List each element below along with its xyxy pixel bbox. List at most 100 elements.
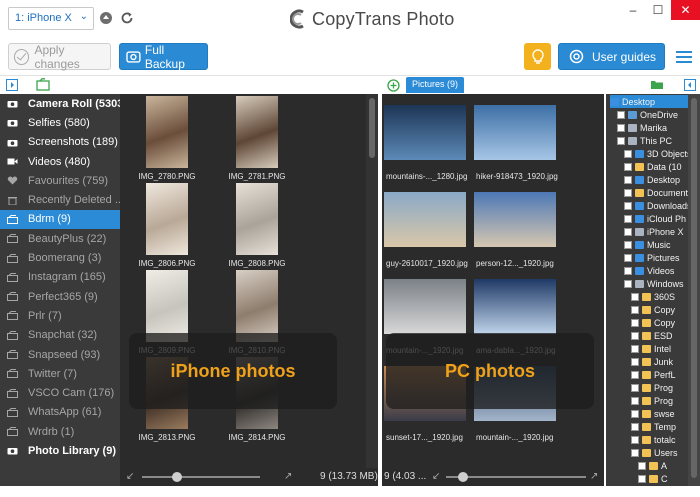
folder-tree-item[interactable]: 3D Objects	[624, 147, 692, 160]
folder-checkbox[interactable]	[631, 331, 639, 340]
folder-checkbox[interactable]	[631, 318, 639, 327]
minimize-button[interactable]: –	[620, 0, 646, 20]
collapse-tree-icon[interactable]	[684, 79, 696, 91]
folder-checkbox[interactable]	[624, 214, 632, 223]
apply-changes-button[interactable]: Apply changes	[8, 43, 111, 71]
folder-checkbox[interactable]	[631, 396, 639, 405]
folder-tree-item[interactable]: Copy	[631, 316, 692, 329]
folder-tree-item[interactable]: Temp	[631, 420, 692, 433]
device-select[interactable]: 1: iPhone X ⌄	[8, 7, 94, 30]
folder-tree-item[interactable]: Prog	[631, 381, 692, 394]
sidebar-item[interactable]: Bdrm (9)	[0, 209, 120, 230]
folder-tree-item[interactable]: Desktop	[610, 95, 692, 108]
folder-checkbox[interactable]	[624, 279, 632, 288]
folder-checkbox[interactable]	[631, 344, 639, 353]
sidebar-item[interactable]: Prlr (7)	[0, 306, 120, 325]
sidebar-item[interactable]: Wrdrb (1)	[0, 422, 120, 441]
user-guides-button[interactable]: User guides	[558, 43, 665, 70]
folder-checkbox[interactable]	[624, 175, 632, 184]
folder-checkbox[interactable]	[631, 357, 639, 366]
pc-photo[interactable]: guy-2610017_1920.jpg	[384, 192, 468, 268]
shrink-thumbnails-icon[interactable]: ↙	[432, 472, 442, 482]
shrink-thumbnails-icon[interactable]: ↙	[126, 472, 136, 482]
folder-tree-item[interactable]: Marika	[617, 121, 692, 134]
folder-tree-item[interactable]: swse	[631, 407, 692, 420]
folder-tree-item[interactable]: Data (10	[624, 160, 692, 173]
grow-thumbnails-icon[interactable]: ↗	[284, 472, 294, 482]
folder-tree-item[interactable]: iPhone X	[624, 225, 692, 238]
sidebar-item[interactable]: Photo Library (9)	[0, 441, 120, 460]
folder-tree-item[interactable]: Copy	[631, 303, 692, 316]
hamburger-menu-icon[interactable]	[676, 51, 692, 63]
sidebar-item[interactable]: Perfect365 (9)	[0, 287, 120, 306]
new-album-icon[interactable]	[36, 78, 50, 91]
full-backup-button[interactable]: Full Backup	[119, 43, 208, 71]
folder-tree-item[interactable]: Users	[631, 446, 692, 459]
folder-checkbox[interactable]	[638, 461, 646, 470]
maximize-button[interactable]: ☐	[645, 0, 671, 20]
collapse-panel-icon[interactable]	[6, 79, 18, 91]
folder-tree-item[interactable]: iCloud Ph	[624, 212, 692, 225]
folder-tree-item[interactable]: Videos	[624, 264, 692, 277]
folder-tree-item[interactable]: Pictures	[624, 251, 692, 264]
folder-tree-item[interactable]: totalc	[631, 433, 692, 446]
iphone-zoom-slider[interactable]	[142, 476, 260, 478]
close-button[interactable]: ✕	[671, 0, 700, 20]
folder-checkbox[interactable]	[617, 110, 625, 119]
sidebar-item[interactable]: Videos (480)	[0, 152, 120, 171]
folder-tree-item[interactable]: Windows	[624, 277, 692, 290]
folder-tree-item[interactable]: A	[638, 459, 692, 472]
folder-checkbox[interactable]	[631, 305, 639, 314]
sidebar-item[interactable]: Snapchat (32)	[0, 326, 120, 345]
folder-tree-scrollbar[interactable]	[688, 94, 700, 486]
pc-photo[interactable]: hiker-918473_1920.jpg	[474, 105, 558, 181]
folder-tree-item[interactable]: 360S	[631, 290, 692, 303]
add-folder-icon[interactable]	[387, 79, 400, 92]
sidebar-item[interactable]: VSCO Cam (176)	[0, 383, 120, 402]
folder-checkbox[interactable]	[631, 409, 639, 418]
folder-checkbox[interactable]	[624, 240, 632, 249]
iphone-photo[interactable]: IMG_2808.PNG	[220, 183, 294, 268]
folder-checkbox[interactable]	[624, 266, 632, 275]
sidebar-item[interactable]: BeautyPlus (22)	[0, 229, 120, 248]
folder-tree-item[interactable]: This PC	[617, 134, 692, 147]
folder-checkbox[interactable]	[631, 292, 639, 301]
folder-checkbox[interactable]	[631, 435, 639, 444]
folder-tree-item[interactable]: Prog	[631, 394, 692, 407]
tab-pictures[interactable]: Pictures (9)	[406, 77, 465, 93]
folder-tree-item[interactable]: C	[638, 472, 692, 485]
folder-tree-item[interactable]: Desktop	[624, 173, 692, 186]
sidebar-item[interactable]: Twitter (7)	[0, 364, 120, 383]
open-folder-icon[interactable]	[650, 79, 664, 90]
folder-checkbox[interactable]	[624, 227, 632, 236]
iphone-photo[interactable]: IMG_2780.PNG	[130, 96, 204, 181]
folder-checkbox[interactable]	[624, 188, 632, 197]
sidebar-item[interactable]: Instagram (165)	[0, 268, 120, 287]
iphone-photo[interactable]: IMG_2806.PNG	[130, 183, 204, 268]
pc-zoom-knob[interactable]	[458, 472, 468, 482]
sidebar-item[interactable]: Snapseed (93)	[0, 345, 120, 364]
iphone-zoom-knob[interactable]	[172, 472, 182, 482]
iphone-photo[interactable]: IMG_2781.PNG	[220, 96, 294, 181]
sidebar-item[interactable]: Boomerang (3)	[0, 248, 120, 267]
folder-tree-item[interactable]: Intel	[631, 342, 692, 355]
folder-checkbox[interactable]	[624, 253, 632, 262]
sidebar-item[interactable]: Screenshots (189)	[0, 133, 120, 152]
folder-tree-item[interactable]: Music	[624, 238, 692, 251]
folder-tree-item[interactable]: OneDrive	[617, 108, 692, 121]
folder-checkbox[interactable]	[631, 422, 639, 431]
sidebar-item[interactable]: Selfies (580)	[0, 113, 120, 132]
folder-tree-item[interactable]: Junk	[631, 355, 692, 368]
folder-tree-item[interactable]: ESD	[631, 329, 692, 342]
folder-checkbox[interactable]	[617, 123, 625, 132]
folder-checkbox[interactable]	[638, 474, 646, 483]
folder-checkbox[interactable]	[631, 448, 639, 457]
grow-thumbnails-icon[interactable]: ↗	[590, 472, 600, 482]
folder-checkbox[interactable]	[631, 383, 639, 392]
pc-photo[interactable]: mountains-..._1280.jpg	[384, 105, 468, 181]
sidebar-item[interactable]: WhatsApp (61)	[0, 403, 120, 422]
tips-button[interactable]	[524, 43, 551, 70]
folder-tree-item[interactable]: Documents	[624, 186, 693, 199]
sidebar-item[interactable]: Favourites (759)	[0, 171, 120, 190]
folder-tree-item[interactable]: PerfL	[631, 368, 692, 381]
